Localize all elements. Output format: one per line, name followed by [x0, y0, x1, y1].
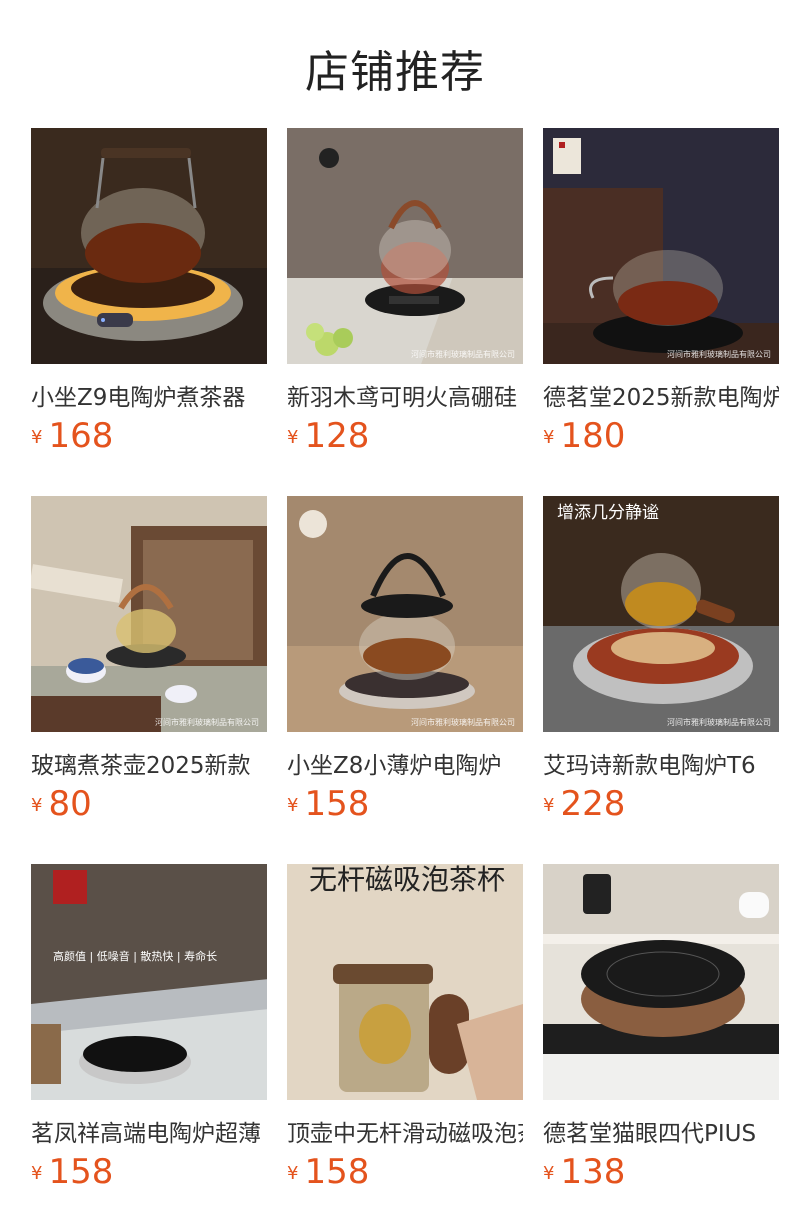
product-price: ¥158	[31, 1152, 113, 1192]
product-image[interactable]: 河间市雅利玻璃制品有限公司	[287, 496, 523, 732]
product-image[interactable]: 高颜值 | 低噪音 | 散热快 | 寿命长	[31, 864, 267, 1100]
product-price: ¥158	[287, 1152, 369, 1192]
product-price: ¥128	[287, 416, 369, 456]
product-tagline: 无杆磁吸泡茶杯	[309, 864, 506, 896]
product-name[interactable]: 小坐Z8小薄炉电陶炉	[287, 746, 523, 780]
product-name[interactable]: 艾玛诗新款电陶炉T6	[543, 746, 779, 780]
product-card[interactable]: 河间市雅利玻璃制品有限公司 小坐Z8小薄炉电陶炉 ¥158	[287, 496, 523, 864]
currency-symbol: ¥	[287, 427, 299, 448]
currency-symbol: ¥	[543, 1163, 555, 1184]
product-card[interactable]: 增添几分静谧 河间市雅利玻璃制品有限公司 艾玛诗新款电陶炉T6 ¥228	[543, 496, 779, 864]
product-price: ¥80	[31, 784, 92, 824]
product-image[interactable]: 河间市雅利玻璃制品有限公司	[287, 128, 523, 364]
price-value: 128	[304, 416, 370, 456]
product-image[interactable]: 增添几分静谧 河间市雅利玻璃制品有限公司	[543, 496, 779, 732]
product-name[interactable]: 德茗堂猫眼四代PIUS	[543, 1114, 779, 1148]
product-price: ¥228	[543, 784, 625, 824]
product-name[interactable]: 茗凤祥高端电陶炉超薄	[31, 1114, 267, 1148]
product-price: ¥158	[287, 784, 369, 824]
watermark-text: 河间市雅利玻璃制品有限公司	[155, 718, 259, 727]
watermark-text: 河间市雅利玻璃制品有限公司	[667, 350, 771, 359]
product-price: ¥168	[31, 416, 113, 456]
product-name[interactable]: 小坐Z9电陶炉煮茶器	[31, 378, 267, 412]
price-value: 138	[560, 1152, 626, 1192]
product-grid: 小坐Z9电陶炉煮茶器 ¥168 河间市雅利玻璃制品有限公司 新羽木鸢可明火高硼硅…	[31, 128, 779, 1232]
price-value: 180	[560, 416, 626, 456]
currency-symbol: ¥	[31, 795, 43, 816]
product-image[interactable]: 河间市雅利玻璃制品有限公司	[543, 128, 779, 364]
product-card[interactable]: 无杆磁吸泡茶杯 顶壶中无杆滑动磁吸泡茶杯 ¥158	[287, 864, 523, 1232]
price-value: 80	[48, 784, 92, 824]
price-value: 158	[48, 1152, 114, 1192]
currency-symbol: ¥	[287, 795, 299, 816]
section-header: 店铺推荐	[0, 0, 790, 128]
product-card[interactable]: 河间市雅利玻璃制品有限公司 玻璃煮茶壶2025新款 ¥80	[31, 496, 267, 864]
product-card[interactable]: 德茗堂猫眼四代PIUS ¥138	[543, 864, 779, 1232]
product-tagline: 增添几分静谧	[557, 503, 659, 523]
price-value: 158	[304, 1152, 370, 1192]
product-card[interactable]: 小坐Z9电陶炉煮茶器 ¥168	[31, 128, 267, 496]
product-image[interactable]	[543, 864, 779, 1100]
watermark-text: 河间市雅利玻璃制品有限公司	[411, 718, 515, 727]
currency-symbol: ¥	[31, 1163, 43, 1184]
product-name[interactable]: 玻璃煮茶壶2025新款	[31, 746, 267, 780]
watermark-text: 河间市雅利玻璃制品有限公司	[667, 718, 771, 727]
product-image[interactable]: 河间市雅利玻璃制品有限公司	[31, 496, 267, 732]
product-name[interactable]: 新羽木鸢可明火高硼硅	[287, 378, 523, 412]
watermark-text: 河间市雅利玻璃制品有限公司	[411, 350, 515, 359]
product-image[interactable]: 无杆磁吸泡茶杯	[287, 864, 523, 1100]
currency-symbol: ¥	[543, 427, 555, 448]
product-image[interactable]	[31, 128, 267, 364]
product-card[interactable]: 河间市雅利玻璃制品有限公司 德茗堂2025新款电陶炉 ¥180	[543, 128, 779, 496]
product-price: ¥138	[543, 1152, 625, 1192]
product-tagline: 高颜值 | 低噪音 | 散热快 | 寿命长	[53, 950, 218, 963]
section-title: 店铺推荐	[305, 47, 485, 98]
currency-symbol: ¥	[287, 1163, 299, 1184]
product-name[interactable]: 顶壶中无杆滑动磁吸泡茶杯	[287, 1114, 523, 1148]
currency-symbol: ¥	[31, 427, 43, 448]
price-value: 228	[560, 784, 626, 824]
product-card[interactable]: 河间市雅利玻璃制品有限公司 新羽木鸢可明火高硼硅 ¥128	[287, 128, 523, 496]
product-card[interactable]: 高颜值 | 低噪音 | 散热快 | 寿命长 茗凤祥高端电陶炉超薄 ¥158	[31, 864, 267, 1232]
currency-symbol: ¥	[543, 795, 555, 816]
price-value: 168	[48, 416, 114, 456]
product-price: ¥180	[543, 416, 625, 456]
product-name[interactable]: 德茗堂2025新款电陶炉	[543, 378, 779, 412]
price-value: 158	[304, 784, 370, 824]
